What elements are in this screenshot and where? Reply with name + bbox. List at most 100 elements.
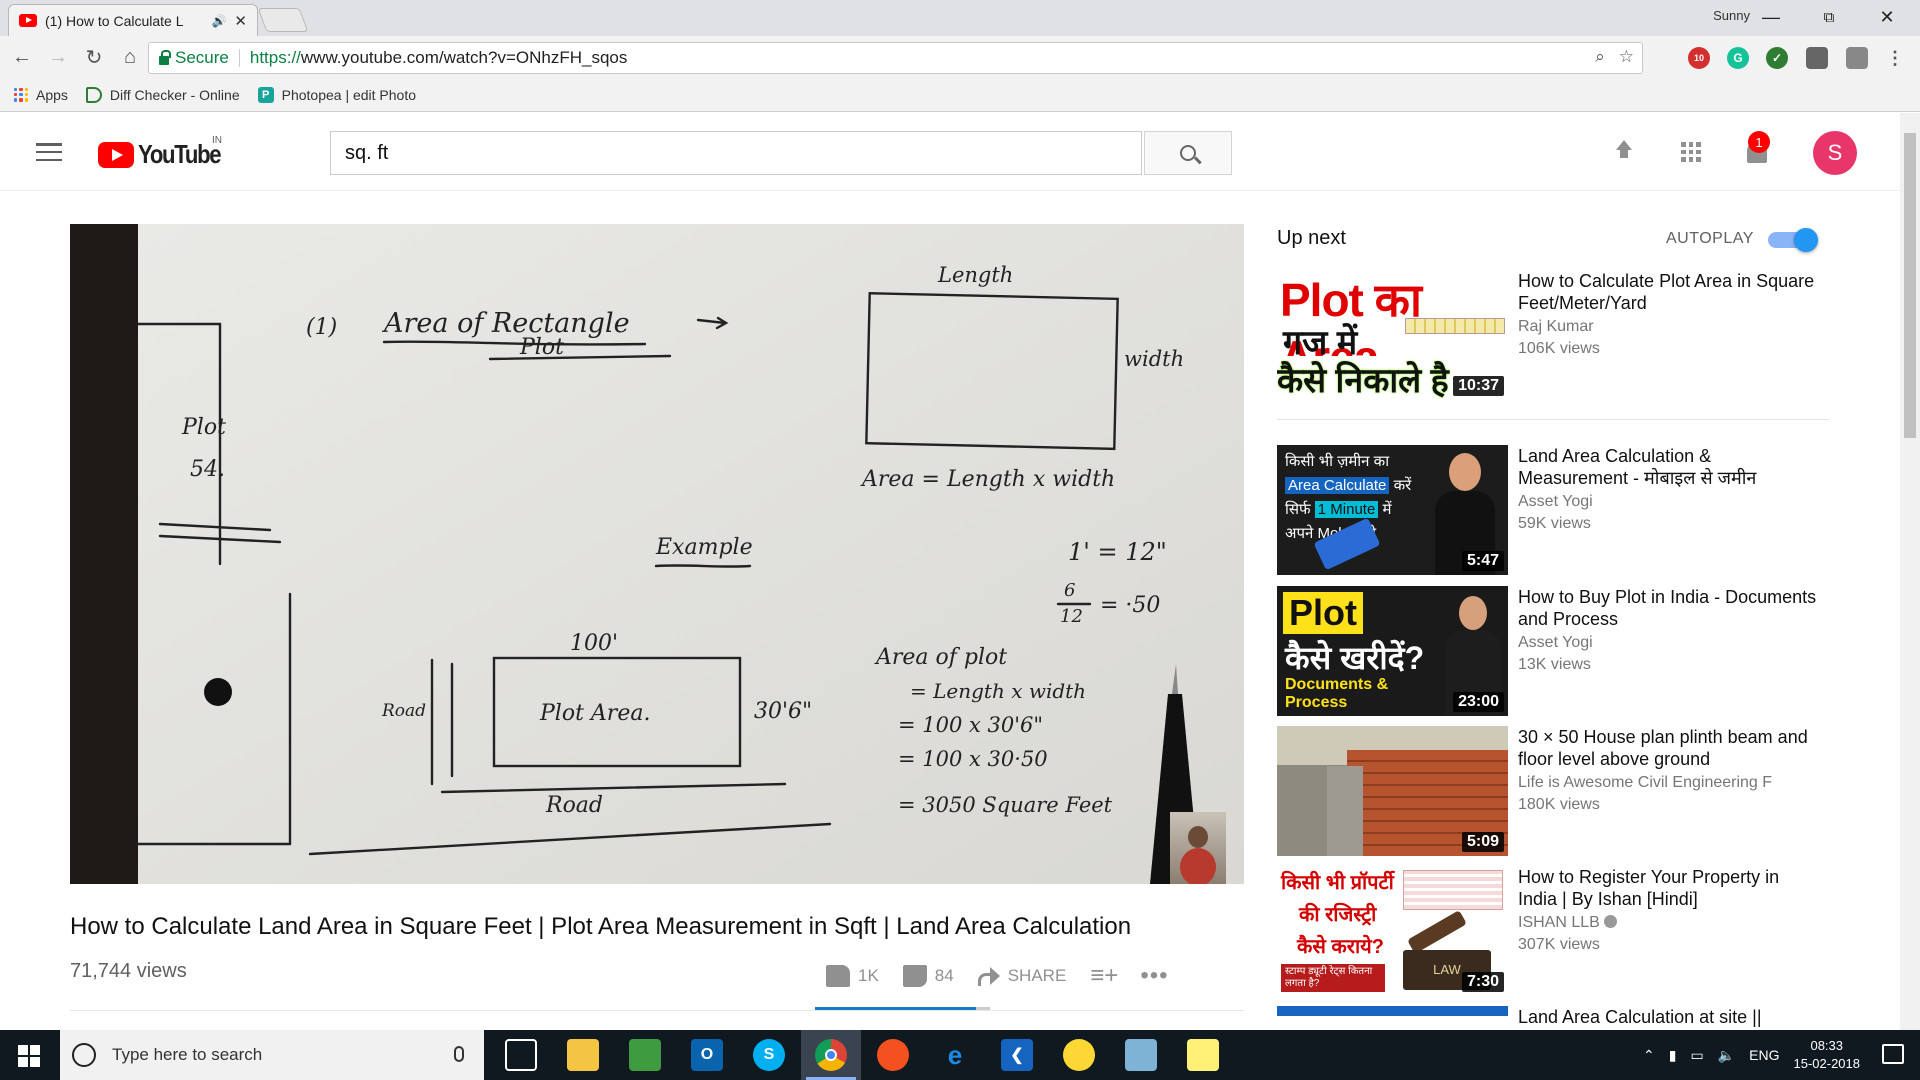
show-hidden-icons-icon[interactable]: ⌃ — [1643, 1047, 1655, 1064]
channel-name[interactable]: Asset Yogi — [1518, 634, 1818, 652]
video-thumbnail[interactable]: Plot का Area गज में कैसे निकाले है 10:37 — [1277, 270, 1508, 400]
video-views: 307K views — [1518, 936, 1600, 953]
upnext-video-item[interactable]: किसी भी प्रॉपर्टी की रजिस्ट्री कैसे कराय… — [1277, 866, 1837, 996]
upload-button[interactable] — [1609, 137, 1639, 167]
pen-app-icon[interactable] — [877, 1039, 909, 1071]
avatar[interactable]: S — [1813, 131, 1857, 175]
page-scrollbar[interactable] — [1900, 113, 1920, 1030]
notes-app-icon[interactable] — [1125, 1039, 1157, 1071]
video-thumbnail[interactable]: किसी भी प्रॉपर्टी की रजिस्ट्री कैसे कराय… — [1277, 866, 1508, 996]
channel-name[interactable]: Life is Awesome Civil Engineering F — [1518, 774, 1818, 792]
check-extension-icon[interactable]: ✓ — [1766, 47, 1788, 69]
action-center-icon[interactable] — [1882, 1044, 1904, 1064]
youtube-logo[interactable]: YouTube IN — [98, 135, 235, 170]
autoplay-toggle[interactable] — [1768, 228, 1818, 252]
restore-button[interactable]: ⧉ — [1806, 2, 1852, 32]
search-input[interactable] — [330, 131, 1142, 175]
video-views: 13K views — [1518, 656, 1591, 673]
adblock-extension-icon[interactable]: 10 — [1688, 47, 1710, 69]
bookmark-photopea[interactable]: P Photopea | edit Photo — [257, 86, 416, 103]
thumbs-down-icon — [902, 965, 927, 987]
taskbar-search-box[interactable]: Type here to search — [60, 1030, 484, 1080]
bookmarks-bar: Apps Diff Checker - Online P Photopea | … — [0, 78, 1920, 112]
task-view-icon[interactable] — [505, 1039, 537, 1071]
file-explorer-icon[interactable] — [567, 1039, 599, 1071]
zoom-icon[interactable]: ⌕ — [1595, 47, 1605, 67]
upnext-video-item[interactable]: 5:09 30 × 50 House plan plinth beam and … — [1277, 726, 1837, 856]
outlook-icon[interactable]: O — [691, 1039, 723, 1071]
home-icon[interactable]: ⌂ — [112, 39, 148, 75]
back-arrow-icon[interactable]: ← — [4, 39, 40, 75]
bookmark-star-icon[interactable]: ☆ — [1619, 47, 1634, 67]
channel-name[interactable]: Raj Kumar — [1518, 318, 1818, 336]
tab-close-icon[interactable]: ✕ — [234, 12, 247, 30]
upnext-video-item[interactable]: किसी भी ज़मीन का Area Calculate करें सिर… — [1277, 445, 1837, 575]
close-window-button[interactable]: ✕ — [1864, 2, 1910, 32]
menu-hamburger-icon[interactable] — [36, 143, 62, 161]
vscode-icon[interactable]: ❮ — [1001, 1039, 1033, 1071]
network-icon[interactable]: ▭ — [1690, 1047, 1703, 1064]
wb-top-dim: 100' — [570, 631, 618, 656]
video-thumbnail[interactable]: 5:09 — [1277, 726, 1508, 856]
battery-icon[interactable]: ▮ — [1669, 1047, 1677, 1064]
sticky-notes-icon[interactable] — [1187, 1039, 1219, 1071]
scrollbar-thumb[interactable] — [1904, 133, 1916, 438]
video-player[interactable]: (1) Area of Rectangle Plot Plot 54. Leng… — [70, 224, 1244, 884]
dislike-button[interactable]: 84 — [902, 965, 954, 987]
upnext-title[interactable]: Land Area Calculation & Measurement - मो… — [1518, 445, 1818, 489]
channel-name[interactable]: ISHAN LLB — [1518, 914, 1818, 932]
view-count: 71,744 views — [70, 960, 187, 982]
bookmark-apps[interactable]: Apps — [14, 87, 68, 103]
wb-calc-title: Area of plot — [874, 645, 1007, 670]
spreadsheet-app-icon[interactable] — [629, 1039, 661, 1071]
upnext-video-item[interactable]: Land Area Calculation at site || — [1277, 1006, 1837, 1030]
upnext-title[interactable]: How to Buy Plot in India - Documents and… — [1518, 586, 1818, 630]
upnext-title[interactable]: 30 × 50 House plan plinth beam and floor… — [1518, 726, 1818, 770]
upnext-title[interactable]: Land Area Calculation at site || — [1518, 1006, 1818, 1028]
windows-start-icon[interactable] — [18, 1045, 40, 1067]
video-thumbnail[interactable]: किसी भी ज़मीन का Area Calculate करें सिर… — [1277, 445, 1508, 575]
apps-button[interactable] — [1676, 137, 1706, 167]
forward-arrow-icon[interactable]: → — [40, 39, 76, 75]
channel-name[interactable]: Asset Yogi — [1518, 493, 1818, 511]
thumb-text: Process — [1285, 694, 1348, 711]
video-title: How to Calculate Land Area in Square Fee… — [70, 913, 1132, 940]
pillar-graphic — [1327, 766, 1363, 856]
chrome-menu-icon[interactable]: ⋮ — [1884, 47, 1906, 69]
reload-icon[interactable]: ↻ — [76, 39, 112, 75]
video-thumbnail[interactable]: Plot कैसे खरीदें? Documents & Process 23:… — [1277, 586, 1508, 716]
clock[interactable]: 08:33 15-02-2018 — [1794, 1037, 1861, 1073]
bookmark-diffchecker[interactable]: Diff Checker - Online — [85, 86, 240, 103]
skype-icon[interactable]: S — [753, 1039, 785, 1071]
search-button[interactable] — [1144, 131, 1232, 175]
grammarly-extension-icon[interactable]: G — [1727, 47, 1749, 69]
upnext-video-item[interactable]: Plot कैसे खरीदें? Documents & Process 23:… — [1277, 586, 1837, 716]
content-divider — [70, 1010, 1244, 1011]
address-bar[interactable]: Secure https:// www.youtube.com/watch?v=… — [148, 42, 1643, 74]
microphone-icon[interactable] — [454, 1046, 464, 1062]
upnext-title[interactable]: How to Register Your Property in India |… — [1518, 866, 1818, 910]
edge-icon[interactable]: e — [939, 1039, 971, 1071]
tab-audio-icon[interactable]: 🔊 — [211, 14, 226, 28]
like-button[interactable]: 1K — [826, 965, 879, 987]
lightbulb-app-icon[interactable] — [1063, 1039, 1095, 1071]
profile-name[interactable]: Sunny — [1713, 8, 1750, 23]
extension-icon-2[interactable] — [1846, 47, 1868, 69]
share-button[interactable]: SHARE — [977, 966, 1066, 986]
chrome-icon[interactable] — [815, 1039, 847, 1071]
volume-icon[interactable]: 🔈 — [1718, 1047, 1735, 1064]
upnext-video-item[interactable]: Plot का Area गज में कैसे निकाले है 10:37… — [1277, 270, 1837, 400]
add-to-playlist-icon[interactable]: ≡+ — [1090, 962, 1118, 990]
new-tab-button[interactable] — [257, 8, 309, 32]
extension-icon[interactable] — [1806, 47, 1828, 69]
wb-calc1: = Length x width — [910, 679, 1086, 703]
language-indicator[interactable]: ENG — [1749, 1047, 1779, 1063]
measuring-tape-graphic — [1405, 318, 1505, 334]
secure-indicator[interactable]: Secure — [159, 48, 229, 68]
more-actions-icon[interactable]: ••• — [1140, 962, 1168, 990]
minimize-button[interactable]: — — [1748, 2, 1794, 32]
upnext-title[interactable]: How to Calculate Plot Area in Square Fee… — [1518, 270, 1818, 314]
browser-tab-active[interactable]: (1) How to Calculate L 🔊 ✕ — [8, 4, 258, 36]
verified-icon — [1603, 915, 1617, 928]
video-thumbnail[interactable] — [1277, 1006, 1508, 1030]
